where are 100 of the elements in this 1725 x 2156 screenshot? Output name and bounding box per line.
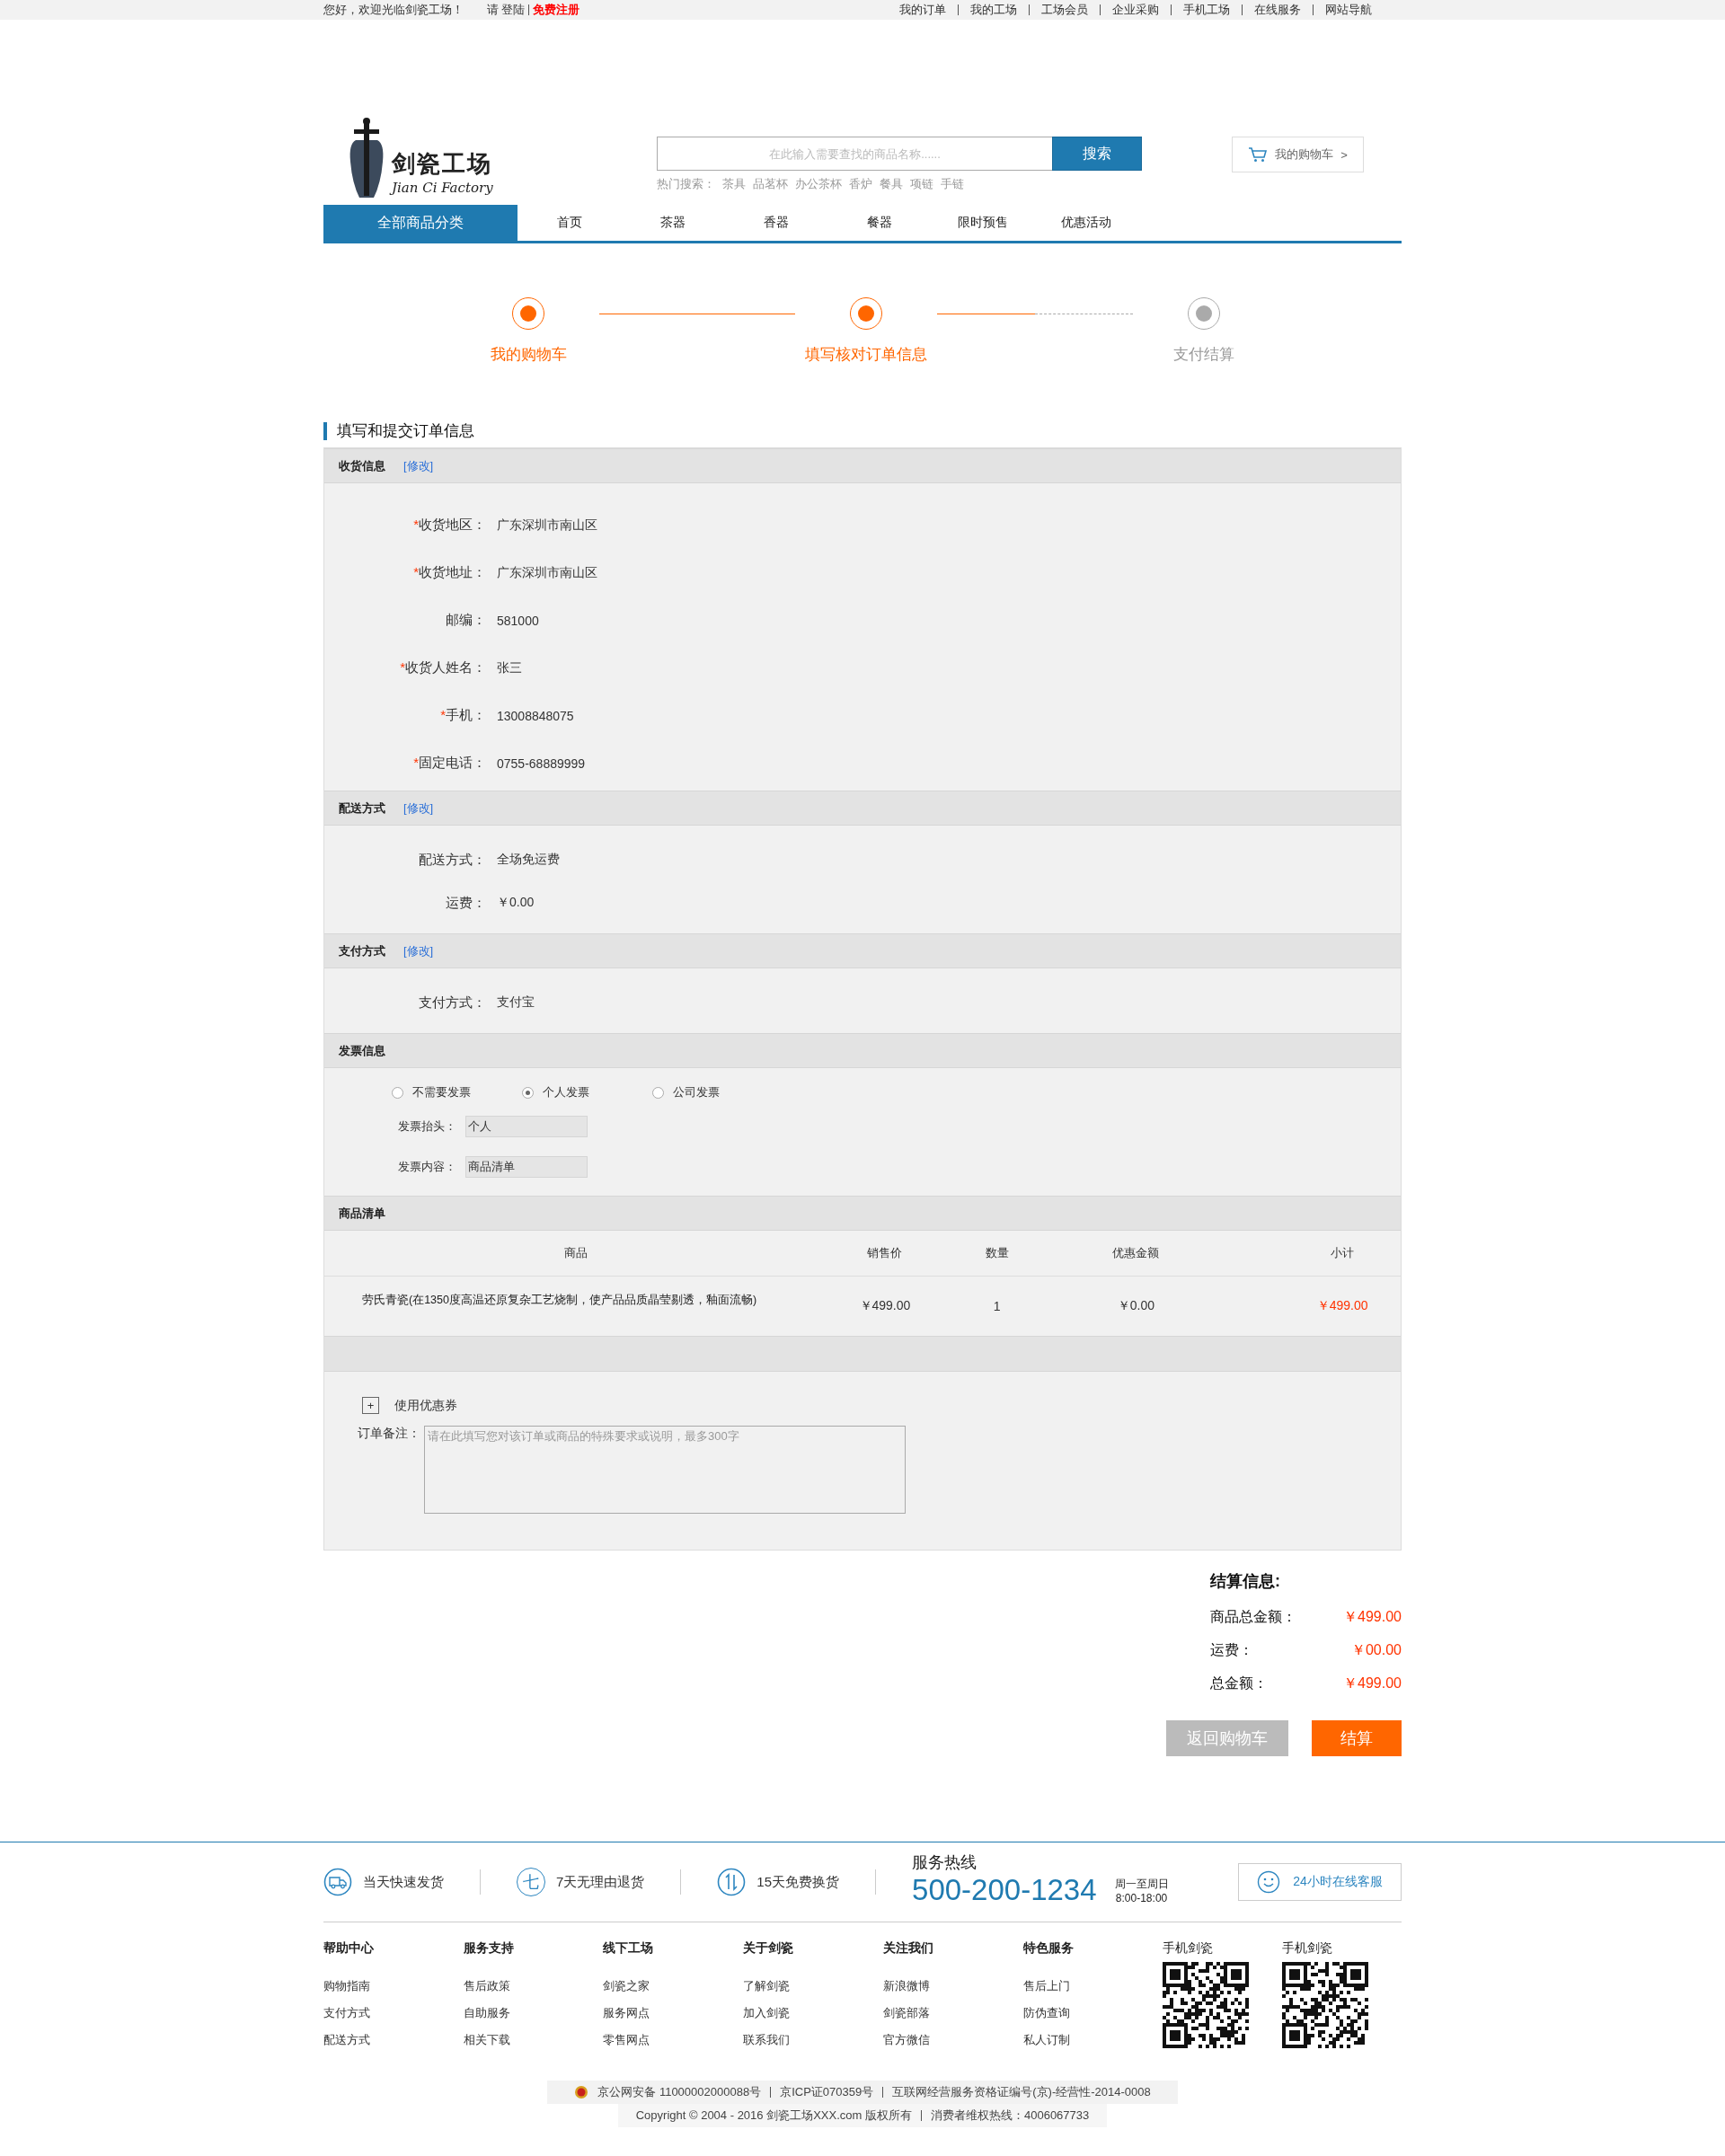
login-link[interactable]: 登陆 [501,2,525,18]
invoice-radio[interactable]: 公司发票 [652,1084,783,1100]
footer-link[interactable]: 剑瓷之家 [603,1973,744,2000]
hotline-title: 服务热线 [912,1852,978,1873]
field-label: *收货地区： [412,517,486,534]
footer-link[interactable]: 防伪查询 [1022,2000,1163,2027]
register-link[interactable]: 免费注册 [533,2,579,18]
field-label: 支付方式： [418,994,486,1012]
edit-link[interactable]: [修改] [403,942,434,959]
top-nav-link[interactable]: 在线服务 [1242,4,1313,15]
edit-link[interactable]: [修改] [403,800,434,817]
footer-link[interactable]: 服务网点 [603,2000,744,2027]
search-button[interactable]: 搜索 [1052,137,1142,171]
footer-heading: 服务支持 [463,1940,515,1957]
radio-button[interactable] [652,1086,664,1099]
product-name: 劳氏青瓷(在1350度高温还原复杂工艺烧制，使产品品质晶莹剔透，釉面流畅) [361,1292,758,1308]
expand-button[interactable]: + [362,1397,379,1414]
nav-link[interactable]: 茶器 [621,205,724,241]
footer-link[interactable]: 加入剑瓷 [743,2000,883,2027]
smiley-icon [1257,1870,1281,1894]
summary-label: 运费： [1210,1641,1253,1659]
step-label: 我的购物车 [490,345,567,365]
footer-link[interactable]: 售后上门 [1022,1973,1163,2000]
nav-link[interactable]: 首页 [518,205,621,241]
radio-button[interactable] [392,1086,403,1099]
footer-heading: 特色服务 [1022,1940,1075,1957]
invoice-radio[interactable]: 个人发票 [522,1084,652,1100]
column-header: 商品 [562,1245,588,1261]
service-days: 周一至周日 [1114,1876,1169,1892]
nav-link[interactable]: 限时预售 [931,205,1034,241]
section-title: 发票信息 [339,1042,385,1059]
section-title: 收货信息 [339,457,385,474]
field-label: 配送方式： [418,851,486,869]
cart-icon [1248,146,1269,163]
cart-button[interactable]: 我的购物车 > [1232,137,1364,172]
top-nav-link[interactable]: 网站导航 [1313,4,1384,15]
remark-field[interactable]: 请在此填写您对该订单或商品的特殊要求或说明，最多300字 [424,1426,906,1514]
footer-link[interactable]: 购物指南 [323,1973,464,2000]
field-label: 发票抬头： [398,1118,457,1135]
top-nav-link[interactable]: 手机工场 [1171,4,1242,15]
service-hours: 8:00-18:00 [1115,1891,1168,1904]
record-number: 互联网经营服务资格证编号(京)-经营性-2014-0008 [892,2084,1151,2100]
footer-link[interactable]: 自助服务 [463,2000,604,2027]
edit-link[interactable]: [修改] [403,457,434,474]
input-field[interactable]: 商品清单 [465,1155,588,1178]
footer-link[interactable]: 私人订制 [1022,2027,1163,2054]
footer-link[interactable]: 联系我们 [743,2027,883,2054]
top-nav-link[interactable]: 我的订单 [888,4,958,15]
input-field[interactable]: 个人 [465,1115,588,1137]
footer-link[interactable]: 零售网点 [603,2027,744,2054]
footer-link[interactable]: 剑瓷部落 [882,2000,1023,2027]
login-prompt: 请 [487,2,499,18]
field-value: 广东深圳市南山区 [497,517,597,534]
record-number: 京ICP证070359号 [780,2084,874,2100]
footer-link[interactable]: 官方微信 [882,2027,1023,2054]
service-feature: 当天快速发货 [363,1873,444,1891]
service-feature: 7天无理由退货 [556,1873,645,1891]
field-label: *固定电话： [412,755,486,772]
nav-link[interactable]: 餐器 [827,205,931,241]
top-nav-link[interactable]: 企业采购 [1100,4,1171,15]
consumer-hotline: 消费者维权热线：4006067733 [930,2107,1090,2124]
field-label: 发票内容： [398,1158,457,1175]
footer-link[interactable]: 了解剑瓷 [743,1973,883,2000]
field-value: 0755-68889999 [497,755,586,771]
hot-search-label: 热门搜索： [657,176,715,192]
summary-amount: ￥499.00 [1343,1674,1402,1692]
footer-heading: 关注我们 [882,1940,934,1957]
footer-link[interactable]: 相关下载 [463,2027,604,2054]
footer-link[interactable]: 支付方式 [323,2000,464,2027]
column-header: 小计 [1330,1245,1356,1261]
top-nav-link[interactable]: 工场会员 [1029,4,1100,15]
table-cell-text: ￥0.00 [1116,1298,1156,1314]
column-header: 销售价 [866,1245,904,1261]
footer-link[interactable]: 配送方式 [323,2027,464,2054]
table-cell-text: 1 [992,1299,1002,1313]
search-field[interactable]: 在此输入需要查找的商品名称...... [657,137,1052,171]
all-categories-tab[interactable]: 全部商品分类 [323,205,518,241]
nav-link[interactable]: 优惠活动 [1034,205,1137,241]
invoice-radio[interactable]: 不需要发票 [392,1084,522,1100]
top-nav-link[interactable]: 我的工场 [958,4,1029,15]
summary-label: 商品总金额： [1210,1608,1296,1626]
online-service-button[interactable]: 24小时在线客服 [1238,1863,1402,1901]
service-feature: 15天免费换货 [756,1873,840,1891]
qr-title: 手机剑瓷 [1282,1940,1333,1957]
hotline-number: 500-200-1234 [912,1873,1097,1907]
radio-button[interactable] [522,1086,534,1099]
footer-heading: 帮助中心 [323,1940,375,1957]
footer-link[interactable]: 售后政策 [463,1973,604,2000]
field-value: 581000 [497,613,539,628]
field-label: *收货地址： [412,564,486,581]
footer-heading: 线下工场 [603,1940,655,1957]
subtotal-cell-text: ￥499.00 [1315,1298,1369,1314]
table-cell-text: ￥499.00 [858,1298,912,1314]
step-label: 填写核对订单信息 [805,345,927,365]
nav-link[interactable]: 香器 [724,205,827,241]
footer-link[interactable]: 新浪微博 [882,1973,1023,2000]
copyright-text: Copyright © 2004 - 2016 剑瓷工场XXX.com 版权所有 [635,2107,912,2124]
record-number: 京公网安备 11000002000088号 [597,2084,762,2100]
field-label: 运费： [445,894,486,912]
swap-arrows-icon [717,1868,747,1896]
